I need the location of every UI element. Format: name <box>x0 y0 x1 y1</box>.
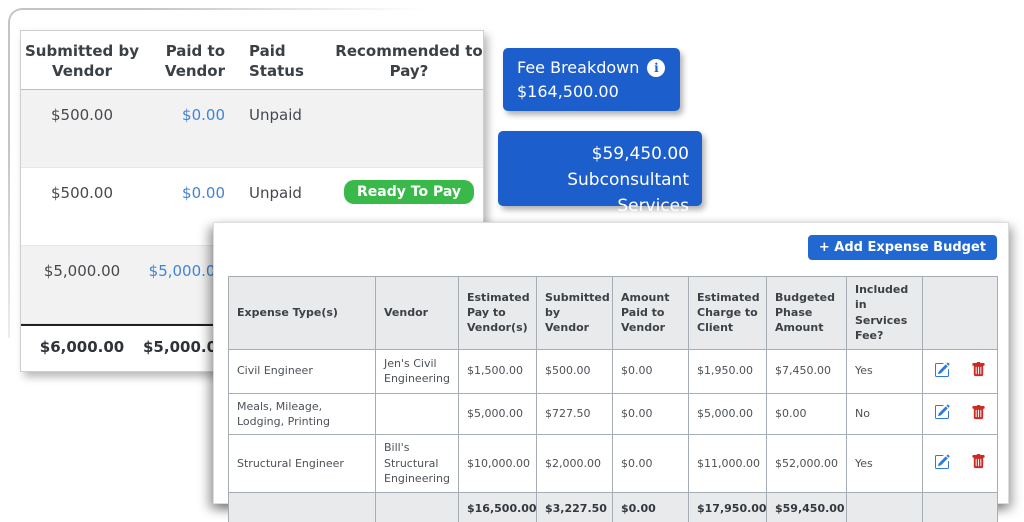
submitted-cell: $2,000.00 <box>536 434 613 493</box>
amount-paid-cell: $0.00 <box>612 392 689 436</box>
delete-icon[interactable] <box>971 362 986 380</box>
included-in-fee-cell: No <box>846 392 923 436</box>
budgeted-phase-cell: $0.00 <box>766 392 847 436</box>
col-header-vendor: Vendor <box>375 276 459 350</box>
paid-status-value: Unpaid <box>249 106 302 124</box>
estimated-charge-cell: $1,950.00 <box>688 348 767 394</box>
col-header-estimated-charge: Estimated Charge to Client <box>688 276 767 350</box>
recommended-to-pay-cell <box>335 90 483 102</box>
col-header-actions <box>922 276 998 350</box>
expense-budget-table: Expense Type(s) Vendor Estimated Pay to … <box>228 276 998 522</box>
submitted-by-vendor-value: $500.00 <box>50 106 114 124</box>
col-header-budgeted-phase: Budgeted Phase Amount <box>766 276 847 350</box>
expense-total-row: $16,500.00 $3,227.50 $0.00 $17,950.00 $5… <box>228 491 998 522</box>
expense-budget-panel: + Add Expense Budget Expense Type(s) Ven… <box>213 222 1009 522</box>
included-in-fee-cell: Yes <box>846 348 923 394</box>
vendor-cell: Bill's Structural Engineering <box>375 434 459 493</box>
estimated-pay-cell: $5,000.00 <box>458 392 537 436</box>
total-amount-paid: $0.00 <box>612 491 689 522</box>
recommended-to-pay-cell: Ready To Pay <box>335 168 483 204</box>
submitted-by-vendor-value: $5,000.00 <box>43 262 121 280</box>
screen: Submitted by Vendor Paid to Vendor Paid … <box>0 0 1024 522</box>
paid-to-vendor-link[interactable]: $0.00 <box>143 168 225 202</box>
included-in-fee-cell: Yes <box>846 434 923 493</box>
delete-icon[interactable] <box>971 454 986 472</box>
expense-type-cell: Civil Engineer <box>228 348 376 394</box>
col-header-paid-status: Paid Status <box>249 42 304 81</box>
col-header-expense-type: Expense Type(s) <box>228 276 376 350</box>
actions-cell <box>922 434 998 493</box>
fee-breakdown-title: Fee Breakdown <box>517 58 640 77</box>
estimated-pay-cell: $10,000.00 <box>458 434 537 493</box>
expense-row: Meals, Mileage, Lodging, Printing $5,000… <box>228 392 998 436</box>
col-header-paid-to-vendor: Paid to Vendor <box>164 42 225 81</box>
subconsultant-amount: $59,450.00 <box>591 144 689 164</box>
expense-row: Civil Engineer Jen's Civil Engineering $… <box>228 348 998 394</box>
total-submitted-by-vendor: $6,000.00 <box>39 338 125 356</box>
total-estimated-charge: $17,950.00 <box>688 491 767 522</box>
amount-paid-cell: $0.00 <box>612 348 689 394</box>
actions-cell <box>922 392 998 436</box>
col-header-submitted-by-vendor: Submitted by Vendor <box>536 276 613 350</box>
edit-icon[interactable] <box>934 404 950 423</box>
col-header-submitted-by-vendor: Submitted by Vendor <box>25 42 139 81</box>
edit-icon[interactable] <box>934 362 950 381</box>
paid-status-value: Unpaid <box>249 184 302 202</box>
total-estimated-pay: $16,500.00 <box>458 491 537 522</box>
col-header-amount-paid: Amount Paid to Vendor <box>612 276 689 350</box>
vendor-cell: Jen's Civil Engineering <box>375 348 459 394</box>
estimated-pay-cell: $1,500.00 <box>458 348 537 394</box>
expense-table-header: Expense Type(s) Vendor Estimated Pay to … <box>228 276 998 350</box>
edit-icon[interactable] <box>934 454 950 473</box>
estimated-charge-cell: $5,000.00 <box>688 392 767 436</box>
paid-to-vendor-link[interactable]: $0.00 <box>143 90 225 124</box>
submitted-by-vendor-value: $500.00 <box>50 184 114 202</box>
col-header-estimated-pay: Estimated Pay to Vendor(s) <box>458 276 537 350</box>
delete-icon[interactable] <box>971 404 986 423</box>
expense-row: Structural Engineer Bill's Structural En… <box>228 434 998 493</box>
add-expense-budget-button[interactable]: + Add Expense Budget <box>807 235 997 260</box>
col-header-included-in-fee: Included in Services Fee? <box>846 276 923 350</box>
estimated-charge-cell: $11,000.00 <box>688 434 767 493</box>
fee-breakdown-badge: Fee Breakdown i $164,500.00 <box>503 48 680 111</box>
budgeted-phase-cell: $52,000.00 <box>766 434 847 493</box>
subconsultant-label: Subconsultant Services <box>567 170 689 216</box>
info-icon[interactable]: i <box>647 59 666 77</box>
subconsultant-services-badge: $59,450.00 Subconsultant Services <box>498 131 702 216</box>
total-budgeted-phase: $59,450.00 <box>766 491 847 522</box>
col-header-recommended-to-pay: Recommended to Pay? <box>335 42 483 81</box>
ready-to-pay-button[interactable]: Ready To Pay <box>344 180 474 204</box>
payments-table-header: Submitted by Vendor Paid to Vendor Paid … <box>21 31 483 90</box>
amount-paid-cell: $0.00 <box>612 434 689 493</box>
actions-cell <box>922 348 998 394</box>
vendor-cell <box>375 392 459 436</box>
total-submitted: $3,227.50 <box>536 491 613 522</box>
expense-type-cell: Structural Engineer <box>228 434 376 493</box>
fee-breakdown-amount: $164,500.00 <box>517 82 619 101</box>
submitted-cell: $727.50 <box>536 392 613 436</box>
expense-type-cell: Meals, Mileage, Lodging, Printing <box>228 392 376 436</box>
table-row: $500.00 $0.00 Unpaid <box>21 90 483 168</box>
submitted-cell: $500.00 <box>536 348 613 394</box>
budgeted-phase-cell: $7,450.00 <box>766 348 847 394</box>
